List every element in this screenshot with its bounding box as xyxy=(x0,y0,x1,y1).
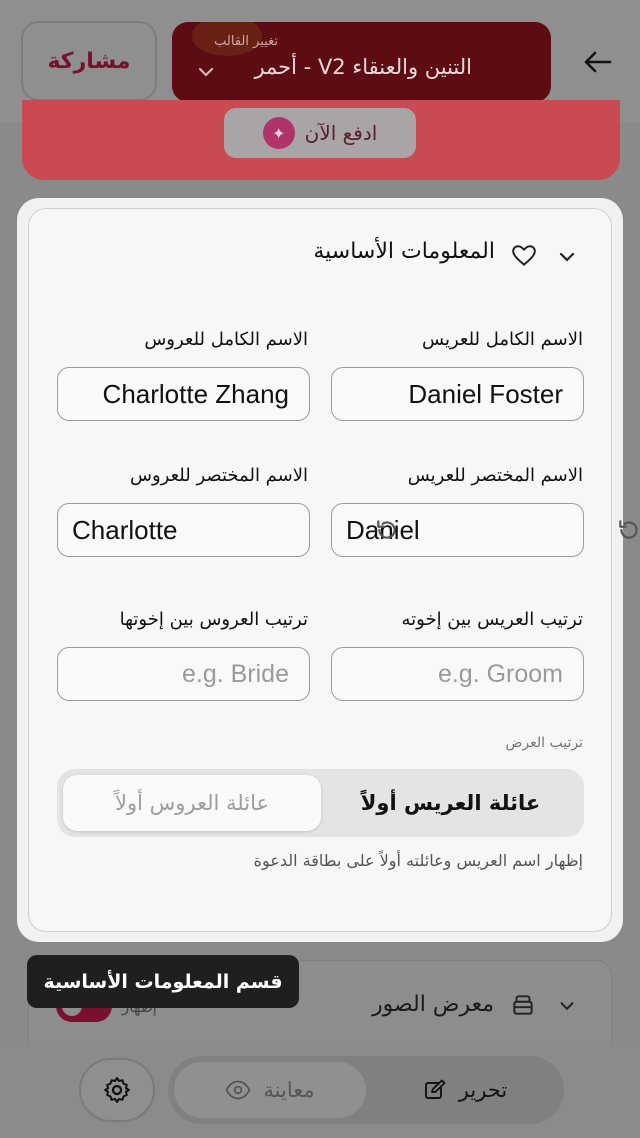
tab-edit-label: تحرير xyxy=(458,1078,508,1102)
tab-edit[interactable]: تحرير xyxy=(372,1062,558,1118)
bride-full-name-label: الاسم الكامل للعروس xyxy=(144,329,308,350)
bride-sibling-order-input[interactable]: e.g. Bride xyxy=(57,647,310,701)
groom-short-name-label: الاسم المختصر للعريس xyxy=(407,465,583,486)
chevron-down-icon xyxy=(198,67,214,77)
display-order-segmented-control: عائلة العريس أولاً عائلة العروس أولاً xyxy=(57,769,584,837)
gear-icon xyxy=(104,1077,130,1103)
bride-full-name-input[interactable]: Charlotte Zhang xyxy=(57,367,310,421)
bride-family-first-option[interactable]: عائلة العروس أولاً xyxy=(63,775,321,831)
back-button[interactable] xyxy=(572,40,622,84)
bride-sibling-order-placeholder: e.g. Bride xyxy=(181,659,289,688)
section-header[interactable]: المعلومات الأساسية xyxy=(29,227,613,283)
chevron-down-icon xyxy=(560,1002,574,1011)
groom-full-name-value: Daniel Foster xyxy=(408,378,563,409)
pay-now-button[interactable]: ادفع الآن ✦ xyxy=(224,108,416,158)
bride-short-name-input[interactable]: Charlotte xyxy=(57,503,396,557)
bride-sibling-order-label: ترتيب العروس بين إخوتها xyxy=(119,609,308,630)
groom-short-name-input[interactable]: Daniel xyxy=(331,503,638,557)
heart-icon xyxy=(512,245,536,266)
template-picker-caption: تغيير القالب xyxy=(214,34,278,49)
edit-icon xyxy=(424,1079,446,1099)
arrow-left-icon xyxy=(584,51,612,73)
settings-button[interactable] xyxy=(79,1058,155,1122)
chevron-down-icon xyxy=(559,252,575,262)
groom-sibling-order-placeholder: e.g. Groom xyxy=(437,659,563,688)
pay-now-label: ادفع الآن xyxy=(304,121,378,145)
reset-icon[interactable] xyxy=(616,517,640,543)
tab-preview[interactable]: معاينة xyxy=(174,1062,366,1118)
reset-icon[interactable] xyxy=(374,517,400,543)
sparkle-icon: ✦ xyxy=(262,117,295,149)
groom-full-name-label: الاسم الكامل للعريس xyxy=(422,329,583,350)
bride-full-name-value: Charlotte Zhang xyxy=(102,378,289,409)
groom-sibling-order-input[interactable]: e.g. Groom xyxy=(331,647,584,701)
bride-short-name-value: Charlotte xyxy=(72,514,178,545)
template-name: التنين والعنقاء V2 - أحمر xyxy=(254,55,472,79)
groom-family-first-option[interactable]: عائلة العريس أولاً xyxy=(323,775,578,831)
section-tooltip: قسم المعلومات الأساسية xyxy=(27,955,299,1008)
archive-icon xyxy=(513,995,533,1015)
groom-full-name-input[interactable]: Daniel Foster xyxy=(331,367,584,421)
display-order-label: ترتيب العرض xyxy=(505,735,584,751)
tab-preview-label: معاينة xyxy=(263,1078,315,1102)
section-title: المعلومات الأساسية xyxy=(313,239,495,264)
display-order-helper-text: إظهار اسم العريس وعائلته أولاً على بطاقة… xyxy=(253,851,583,870)
basic-info-section: المعلومات الأساسية الاسم الكامل للعريس ا… xyxy=(28,208,638,932)
share-button[interactable]: مشاركة xyxy=(21,21,157,101)
bride-short-name-label: الاسم المختصر للعروس xyxy=(130,465,308,486)
gallery-title: معرض الصور xyxy=(371,992,494,1017)
groom-sibling-order-label: ترتيب العريس بين إخوته xyxy=(401,609,583,630)
eye-icon xyxy=(225,1080,251,1100)
